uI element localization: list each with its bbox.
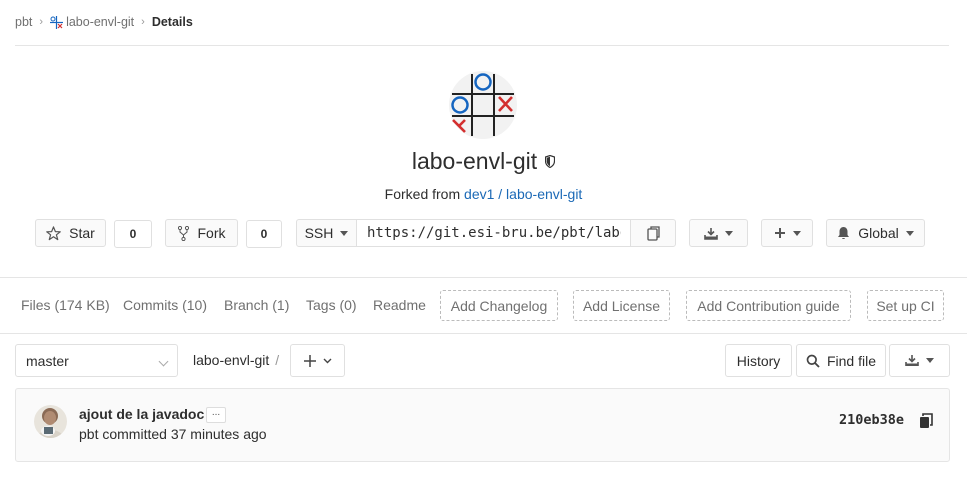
fork-icon [177, 225, 189, 241]
setup-ci-button[interactable]: Set up CI [867, 290, 944, 321]
commit-expand-button[interactable]: ... [206, 407, 226, 423]
add-to-tree-dropdown-button[interactable] [290, 344, 345, 377]
star-label: Star [69, 225, 95, 241]
breadcrumb-separator-icon: › [141, 16, 145, 28]
download-source-dropdown-button[interactable] [889, 344, 950, 377]
star-icon [46, 225, 62, 241]
commit-sha-link[interactable]: 210eb38e [839, 412, 904, 428]
history-button[interactable]: History [725, 344, 792, 377]
commit-author-link[interactable]: pbt [79, 426, 98, 442]
chevron-down-icon [158, 356, 169, 367]
breadcrumb-project-link[interactable]: labo-envl-git [66, 15, 134, 29]
download-icon [905, 354, 919, 367]
clipboard-icon[interactable] [919, 413, 933, 429]
project-mini-avatar-icon [50, 15, 64, 29]
find-file-button[interactable]: Find file [796, 344, 886, 377]
forked-from-label: Forked from [384, 186, 465, 202]
top-border [0, 0, 967, 1]
copy-url-button[interactable] [630, 219, 676, 247]
path-breadcrumb: labo-envl-git / [193, 352, 279, 368]
avatar[interactable] [34, 405, 67, 438]
add-license-button[interactable]: Add License [573, 290, 670, 321]
star-button[interactable]: Star [35, 219, 106, 247]
nav-tags[interactable]: Tags (0) [306, 290, 357, 320]
divider [0, 333, 967, 334]
caret-down-icon [926, 358, 934, 363]
caret-down-icon [792, 230, 801, 236]
clipboard-icon [646, 225, 660, 241]
nav-branch[interactable]: Branch (1) [224, 290, 289, 320]
divider [15, 45, 949, 46]
forked-from-link[interactable]: dev1 / labo-envl-git [464, 186, 582, 202]
caret-down-icon [340, 230, 349, 236]
plus-icon [303, 354, 317, 368]
breadcrumb: pbt › labo-envl-git › Details [15, 13, 193, 31]
divider [0, 277, 967, 278]
new-item-dropdown-button[interactable] [761, 219, 813, 247]
download-icon [704, 227, 718, 240]
breadcrumb-group-link[interactable]: pbt [15, 15, 32, 29]
caret-down-icon [725, 230, 733, 236]
bell-icon [837, 226, 850, 240]
add-contribution-guide-button[interactable]: Add Contribution guide [686, 290, 851, 321]
commit-time: 37 minutes ago [170, 426, 267, 442]
project-title: labo-envl-git [411, 148, 538, 174]
visibility-shield-icon [545, 155, 556, 168]
fork-label: Fork [197, 225, 226, 241]
star-count[interactable]: 0 [114, 220, 152, 248]
branch-select-value: master [26, 353, 69, 369]
nav-commits[interactable]: Commits (10) [123, 290, 207, 320]
branch-select[interactable]: master [15, 344, 178, 377]
caret-down-icon [905, 230, 914, 236]
nav-files[interactable]: Files (174 KB) [21, 290, 110, 320]
fork-count[interactable]: 0 [246, 220, 282, 248]
nav-readme[interactable]: Readme [373, 290, 426, 320]
clone-protocol-dropdown[interactable]: SSH [296, 219, 357, 247]
notification-label: Global [858, 225, 899, 241]
commit-title-link[interactable]: ajout de la javadoc [79, 406, 204, 422]
clone-protocol-label: SSH [304, 225, 334, 241]
search-icon [806, 354, 820, 368]
breadcrumb-separator-icon: › [39, 16, 44, 28]
path-separator: / [275, 352, 280, 368]
notification-dropdown-button[interactable]: Global [826, 219, 925, 247]
project-avatar [449, 71, 517, 139]
last-commit: ajout de la javadoc ... pbt committed 37… [15, 388, 950, 462]
download-dropdown-button[interactable] [689, 219, 748, 247]
chevron-down-icon [323, 358, 332, 364]
project-title-row: labo-envl-git [0, 148, 967, 175]
forked-from: Forked from dev1 / labo-envl-git [0, 186, 967, 202]
breadcrumb-current[interactable]: Details [152, 15, 193, 29]
plus-icon [774, 227, 786, 239]
clone-url-input[interactable] [356, 219, 632, 247]
find-file-label: Find file [826, 352, 877, 369]
commit-meta: pbt committed 37 minutes ago [79, 426, 267, 442]
commit-committed-text: committed [102, 426, 167, 442]
fork-button[interactable]: Fork [165, 219, 238, 247]
add-changelog-button[interactable]: Add Changelog [440, 290, 558, 321]
path-root-link[interactable]: labo-envl-git [193, 352, 269, 368]
